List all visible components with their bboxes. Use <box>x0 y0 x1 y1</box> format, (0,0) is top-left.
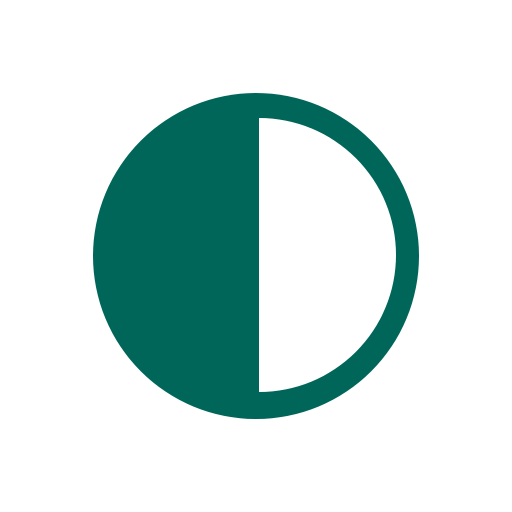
icon-canvas <box>0 0 512 512</box>
contrast-half-circle-icon <box>93 93 419 419</box>
contrast-icon <box>0 0 512 512</box>
